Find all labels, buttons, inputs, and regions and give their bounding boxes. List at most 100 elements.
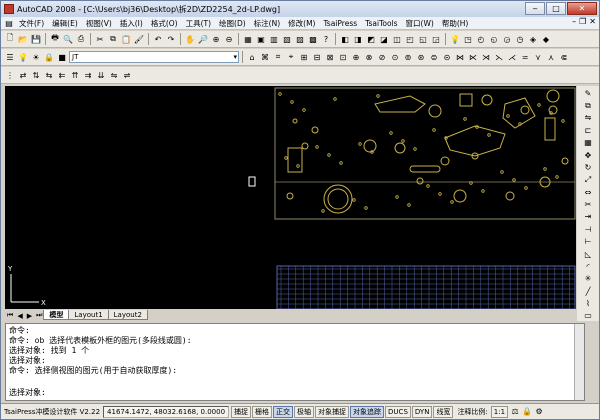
command-scrollbar[interactable]: [574, 324, 584, 400]
menu-tsaitools[interactable]: TsaiTools: [361, 19, 401, 28]
tsai-tool-9-icon[interactable]: ◳: [462, 33, 474, 45]
tsai-punch-24-icon[interactable]: ⋏: [545, 51, 557, 63]
menu-window[interactable]: 窗口(W): [402, 18, 438, 29]
status-toggle[interactable]: DUCS: [385, 405, 411, 418]
tool-palette-icon[interactable]: ▥: [268, 33, 280, 45]
tsai-punch-21-icon[interactable]: ⋌: [506, 51, 518, 63]
tray-settings-icon[interactable]: ⚙: [533, 406, 545, 418]
annotation-scale-value[interactable]: 1:1: [490, 405, 509, 418]
menu-format[interactable]: 格式(O): [147, 18, 182, 29]
array-icon[interactable]: ▦: [581, 138, 595, 148]
tsai-quick-1-icon[interactable]: ⇄: [17, 69, 29, 81]
status-toggle[interactable]: 正交: [273, 405, 294, 418]
tab-first-icon[interactable]: ⏮: [5, 311, 15, 320]
tsai-quick-6-icon[interactable]: ⇉: [82, 69, 94, 81]
status-toggle[interactable]: DYN: [411, 405, 433, 418]
menu-draw[interactable]: 绘图(D): [215, 18, 250, 29]
tsai-punch-17-icon[interactable]: ⋈: [454, 51, 466, 63]
command-window[interactable]: 命令: 命令: ob 选择代表模板外框的图元(多段线或圆): 选择对象: 找到 …: [5, 323, 585, 401]
tsai-punch-16-icon[interactable]: ⊝: [441, 51, 453, 63]
tsai-quick-7-icon[interactable]: ⇊: [95, 69, 107, 81]
redo-icon[interactable]: ↷: [165, 33, 177, 45]
menu-modify[interactable]: 修改(M): [284, 18, 319, 29]
status-toggle[interactable]: 线宽: [433, 405, 454, 418]
zoom-window-icon[interactable]: ⊕: [210, 33, 222, 45]
menu-insert[interactable]: 插入(I): [116, 18, 147, 29]
tsai-punch-7-icon[interactable]: ⊠: [324, 51, 336, 63]
annotation-visibility-icon[interactable]: ⚖: [509, 406, 521, 418]
status-toggle[interactable]: 栅格: [252, 405, 273, 418]
zoom-previous-icon[interactable]: ⊖: [223, 33, 235, 45]
tsai-quick-4-icon[interactable]: ⇇: [56, 69, 68, 81]
tsai-tool-8-icon[interactable]: ◲: [430, 33, 442, 45]
tsai-punch-20-icon[interactable]: ⋋: [493, 51, 505, 63]
tsai-punch-9-icon[interactable]: ⊕: [350, 51, 362, 63]
status-toggle[interactable]: 对象捕捉: [315, 405, 350, 418]
model-space-canvas[interactable]: Y X: [5, 86, 576, 309]
chamfer-icon[interactable]: ◺: [581, 249, 595, 259]
menu-view[interactable]: 视图(V): [82, 18, 116, 29]
tab-prev-icon[interactable]: ◀: [15, 312, 24, 320]
tab-model[interactable]: 模型: [43, 310, 70, 320]
tsai-punch-5-icon[interactable]: ⊞: [298, 51, 310, 63]
layer-on-icon[interactable]: 💡: [17, 51, 29, 63]
rectangle-icon[interactable]: ▭: [581, 311, 595, 321]
tsai-punch-4-icon[interactable]: ⌖: [285, 51, 297, 63]
tsai-punch-19-icon[interactable]: ⋊: [480, 51, 492, 63]
paste-icon[interactable]: 📋: [120, 33, 132, 45]
doc-close-icon[interactable]: ✕: [589, 17, 596, 26]
tsai-punch-13-icon[interactable]: ⊚: [402, 51, 414, 63]
cut-icon[interactable]: ✂: [94, 33, 106, 45]
menu-tools[interactable]: 工具(T): [182, 18, 215, 29]
properties-icon[interactable]: ▦: [242, 33, 254, 45]
layer-combo[interactable]: JT: [69, 51, 239, 63]
erase-icon[interactable]: ✎: [581, 88, 595, 98]
tsai-tool-7-icon[interactable]: ◱: [417, 33, 429, 45]
move-icon[interactable]: ✥: [581, 150, 595, 160]
coordinates-readout[interactable]: 41674.1472, 48032.6168, 0.0000: [103, 405, 230, 418]
print-icon[interactable]: 🖶: [49, 33, 61, 45]
tsai-tool-5-icon[interactable]: ◫: [391, 33, 403, 45]
tsai-quick-3-icon[interactable]: ⇆: [43, 69, 55, 81]
sheet-set-icon[interactable]: ▧: [281, 33, 293, 45]
polyline-icon[interactable]: ⌇: [581, 298, 595, 308]
tsai-punch-15-icon[interactable]: ⊜: [428, 51, 440, 63]
trim-icon[interactable]: ✂: [581, 199, 595, 209]
line-icon[interactable]: ╱: [581, 286, 595, 296]
tsai-punch-22-icon[interactable]: ⋍: [519, 51, 531, 63]
bulb-icon[interactable]: 💡: [449, 33, 461, 45]
tsai-punch-6-icon[interactable]: ⊟: [311, 51, 323, 63]
copy-icon[interactable]: ⧉: [107, 33, 119, 45]
tab-next-icon[interactable]: ▶: [25, 312, 34, 320]
tsai-tool-3-icon[interactable]: ◩: [365, 33, 377, 45]
tsai-tool-6-icon[interactable]: ◰: [404, 33, 416, 45]
tsai-tool-12-icon[interactable]: ◶: [501, 33, 513, 45]
zoom-realtime-icon[interactable]: 🔎: [197, 33, 209, 45]
tsai-punch-12-icon[interactable]: ⊙: [389, 51, 401, 63]
stretch-icon[interactable]: ⇔: [581, 187, 595, 197]
tsai-punch-14-icon[interactable]: ⊛: [415, 51, 427, 63]
command-prompt-input[interactable]: 选择对象:: [9, 388, 46, 398]
tsai-punch-10-icon[interactable]: ⊗: [363, 51, 375, 63]
layer-manager-icon[interactable]: ☰: [4, 51, 16, 63]
doc-minimize-icon[interactable]: –: [572, 17, 576, 26]
tsai-punch-25-icon[interactable]: ⋐: [558, 51, 570, 63]
open-file-icon[interactable]: 📂: [17, 33, 29, 45]
undo-icon[interactable]: ↶: [152, 33, 164, 45]
rotate-icon[interactable]: ↻: [581, 162, 595, 172]
minimize-button[interactable]: ‒: [525, 2, 545, 15]
status-toggle[interactable]: 捕捉: [231, 405, 252, 418]
status-toggle[interactable]: 对象追踪: [350, 405, 385, 418]
mirror-icon[interactable]: ⇋: [581, 113, 595, 123]
menu-file[interactable]: 文件(F): [15, 18, 48, 29]
scale-icon[interactable]: ⤢: [581, 175, 595, 185]
tsai-punch-23-icon[interactable]: ⋎: [532, 51, 544, 63]
tsai-punch-8-icon[interactable]: ⊡: [337, 51, 349, 63]
doc-restore-icon[interactable]: ❐: [579, 17, 586, 26]
publish-icon[interactable]: ⎙: [75, 33, 87, 45]
tsai-quick-8-icon[interactable]: ⇋: [108, 69, 120, 81]
print-preview-icon[interactable]: 🔍: [62, 33, 74, 45]
pan-icon[interactable]: ✋: [184, 33, 196, 45]
offset-icon[interactable]: ⊏: [581, 125, 595, 135]
copy-object-icon[interactable]: ⧉: [581, 100, 595, 110]
